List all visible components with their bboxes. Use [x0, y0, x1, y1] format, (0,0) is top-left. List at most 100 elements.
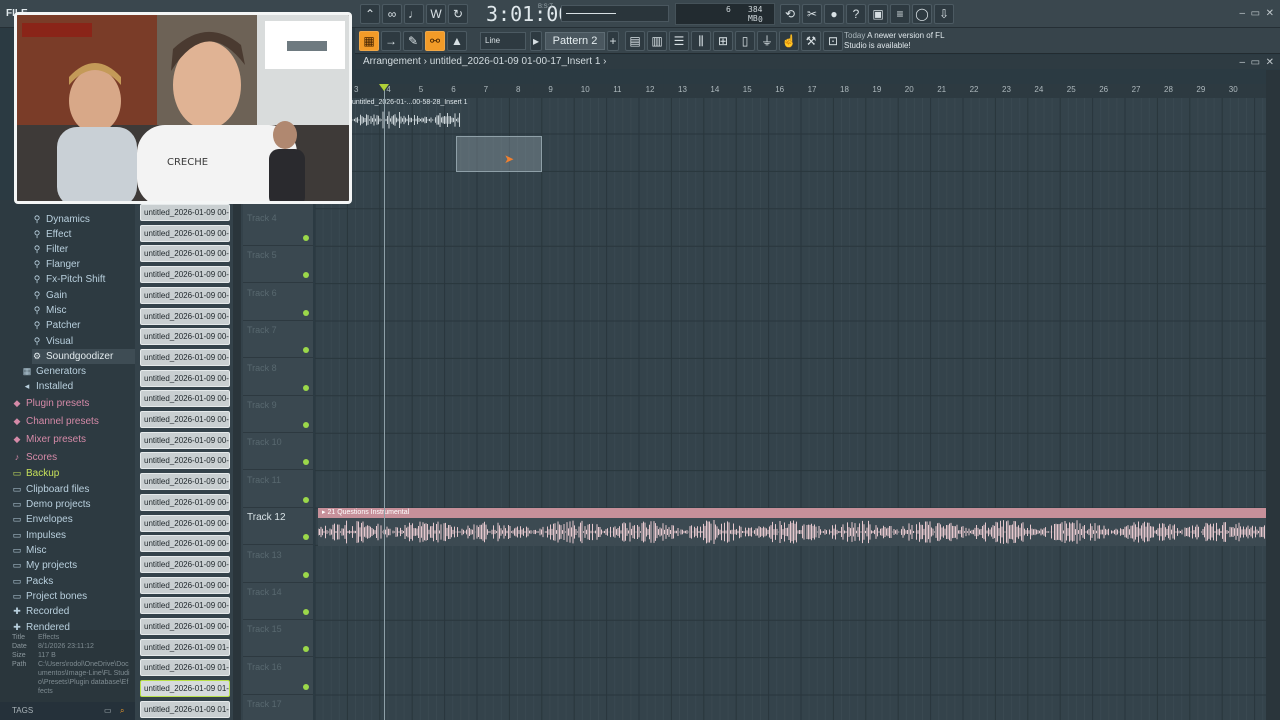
project-file-item[interactable]: untitled_2026-01-09 01-...: [140, 659, 230, 677]
playlist-window-controls[interactable]: – ▭ ✕: [1239, 57, 1274, 68]
track-mute-led[interactable]: [303, 496, 309, 503]
download-icon[interactable]: ⇩: [934, 4, 954, 24]
keyboard-icon[interactable]: ▦: [359, 31, 379, 51]
track-header[interactable]: Track 8: [243, 359, 313, 396]
loop-icon[interactable]: ∞: [382, 4, 402, 24]
undo-icon[interactable]: ⟲: [780, 4, 800, 24]
track-mute-led[interactable]: [303, 646, 309, 653]
track-header[interactable]: Track 13: [243, 546, 313, 583]
pencil-icon[interactable]: ✎: [403, 31, 423, 51]
cut-icon[interactable]: ✂: [802, 4, 822, 24]
piano-roll-icon[interactable]: ▥: [647, 31, 667, 51]
wrench-icon[interactable]: ⚒: [801, 31, 821, 51]
browser-item-project-bones[interactable]: ▭ Project bones: [12, 589, 135, 604]
pattern-add-icon[interactable]: +: [607, 31, 619, 51]
browser-item-envelopes[interactable]: ▭ Envelopes: [12, 512, 135, 527]
mixer-icon[interactable]: ≡: [890, 4, 910, 24]
track-header[interactable]: Track 16: [243, 658, 313, 695]
project-file-item[interactable]: untitled_2026-01-09 00-...: [140, 597, 230, 615]
project-file-item[interactable]: untitled_2026-01-09 00-...: [140, 328, 230, 346]
track-mute-led[interactable]: [303, 534, 309, 541]
browser-item-mixer-presets[interactable]: ◆ Mixer presets: [12, 432, 135, 447]
track-mute-led[interactable]: [303, 683, 309, 690]
project-file-item[interactable]: untitled_2026-01-09 00-...: [140, 411, 230, 428]
track-mute-led[interactable]: [303, 235, 309, 241]
project-file-item[interactable]: untitled_2026-01-09 00-...: [140, 473, 230, 491]
browser-item-channel-presets[interactable]: ◆ Channel presets: [12, 414, 135, 429]
help-icon[interactable]: ?: [846, 4, 866, 24]
browser-item-clipboard-files[interactable]: ▭ Clipboard files: [12, 482, 135, 497]
track-mute-led[interactable]: [303, 459, 309, 466]
chat-icon[interactable]: ◯: [912, 4, 932, 24]
track-header[interactable]: Track 10: [243, 433, 313, 471]
track-header[interactable]: Track 5: [243, 246, 313, 284]
breadcrumb-section[interactable]: Arrangement: [363, 56, 421, 67]
browser-item-plugin-presets[interactable]: ◆ Plugin presets: [12, 396, 135, 411]
audio-clip-insert[interactable]: untitled_2026-01-...00-58-28_Insert 1: [350, 99, 468, 130]
browser-item-scores[interactable]: ♪ Scores: [12, 450, 135, 465]
mixer-view-icon[interactable]: ⫼: [691, 31, 711, 51]
track-header[interactable]: Track 7: [243, 321, 313, 359]
stamp-icon[interactable]: ▲: [447, 31, 467, 51]
browser-item-demo-projects[interactable]: ▭ Demo projects: [12, 497, 135, 512]
window-controls[interactable]: – ▭ ✕: [1239, 8, 1274, 19]
tags-bar[interactable]: TAGS ▭ ⌕: [0, 702, 135, 720]
browser-item-flanger[interactable]: ⚲ Flanger: [32, 257, 135, 272]
project-file-item[interactable]: untitled_2026-01-09 00-...: [140, 493, 230, 511]
project-file-item[interactable]: untitled_2026-01-09 00-...: [140, 576, 230, 594]
track-header[interactable]: Track 4: [243, 209, 313, 246]
project-file-item[interactable]: untitled_2026-01-09 00-...: [140, 618, 230, 635]
track-header[interactable]: Track 14: [243, 583, 313, 620]
browser-item-misc[interactable]: ⚲ Misc: [32, 303, 135, 318]
news-panel[interactable]: Today A newer version of FL Studio is av…: [844, 31, 956, 53]
pattern-prev-icon[interactable]: ▸: [530, 31, 542, 51]
arrow-right-icon[interactable]: →: [381, 31, 401, 51]
browser-item-visual[interactable]: ⚲ Visual: [32, 334, 135, 349]
audio-clip-instrumental[interactable]: ▸ 21 Questions Instrumental: [318, 508, 1266, 546]
browser-item-recorded[interactable]: ✚ Recorded: [12, 604, 135, 619]
project-file-item[interactable]: untitled_2026-01-09 00-...: [140, 286, 230, 304]
browser-item-dynamics[interactable]: ⚲ Dynamics: [32, 212, 135, 227]
metronome-icon[interactable]: ♩: [404, 4, 424, 24]
playhead-marker-icon[interactable]: [379, 84, 389, 91]
track-mute-led[interactable]: [303, 384, 309, 391]
tag-edit-icon[interactable]: ▭: [104, 702, 112, 720]
save-icon[interactable]: ▣: [868, 4, 888, 24]
project-file-item[interactable]: untitled_2026-01-09 00-...: [140, 431, 230, 449]
project-file-item[interactable]: untitled_2026-01-09 01-...: [140, 638, 230, 656]
project-file-item[interactable]: untitled_2026-01-09 00-...: [140, 307, 230, 325]
plug-icon[interactable]: ⏚: [757, 31, 777, 51]
breadcrumb-file[interactable]: untitled_2026-01-09 01-00-17_Insert 1: [430, 56, 601, 67]
project-file-item[interactable]: untitled_2026-01-09 00-...: [140, 535, 230, 553]
browser-item-backup[interactable]: ▭ Backup: [12, 466, 135, 481]
browser-icon[interactable]: ⊞: [713, 31, 733, 51]
track-header[interactable]: Track 17: [243, 695, 313, 720]
track-mute-led[interactable]: [303, 609, 309, 615]
countdown-icon[interactable]: ↻: [448, 4, 468, 24]
track-header[interactable]: Track 11: [243, 471, 313, 508]
track-mute-led[interactable]: [303, 571, 309, 578]
pattern-selector[interactable]: Pattern 2: [545, 32, 605, 50]
project-file-item[interactable]: untitled_2026-01-09 00-...: [140, 266, 230, 284]
browser-item-installed[interactable]: ◂ Installed: [22, 379, 135, 394]
link-icon[interactable]: ⚯: [425, 31, 445, 51]
search-icon[interactable]: ⌕: [120, 702, 124, 720]
track-header[interactable]: Track 15: [243, 620, 313, 658]
mic-icon[interactable]: ●: [824, 4, 844, 24]
pat-song-icon[interactable]: ⌃: [360, 4, 380, 24]
touch-icon[interactable]: ☝: [779, 31, 799, 51]
project-file-item[interactable]: untitled_2026-01-09 01-...: [140, 680, 230, 698]
browser-item-effect[interactable]: ⚲ Effect: [32, 227, 135, 242]
browser-item-impulses[interactable]: ▭ Impulses: [12, 528, 135, 543]
project-file-item[interactable]: untitled_2026-01-09 00-...: [140, 204, 230, 221]
project-file-item[interactable]: untitled_2026-01-09 00-...: [140, 369, 230, 387]
audio-clip-header[interactable]: ▸ 21 Questions Instrumental: [318, 508, 1266, 518]
file-list-scrollbar[interactable]: [233, 200, 241, 720]
project-file-item[interactable]: untitled_2026-01-09 00-...: [140, 390, 230, 408]
playlist-vertical-scrollbar[interactable]: [1266, 70, 1280, 720]
playlist-icon[interactable]: ▤: [625, 31, 645, 51]
browser-item-gain[interactable]: ⚲ Gain: [32, 288, 135, 303]
browser-item-filter[interactable]: ⚲ Filter: [32, 242, 135, 257]
browser-item-patcher[interactable]: ⚲ Patcher: [32, 318, 135, 333]
track-mute-led[interactable]: [303, 272, 309, 279]
